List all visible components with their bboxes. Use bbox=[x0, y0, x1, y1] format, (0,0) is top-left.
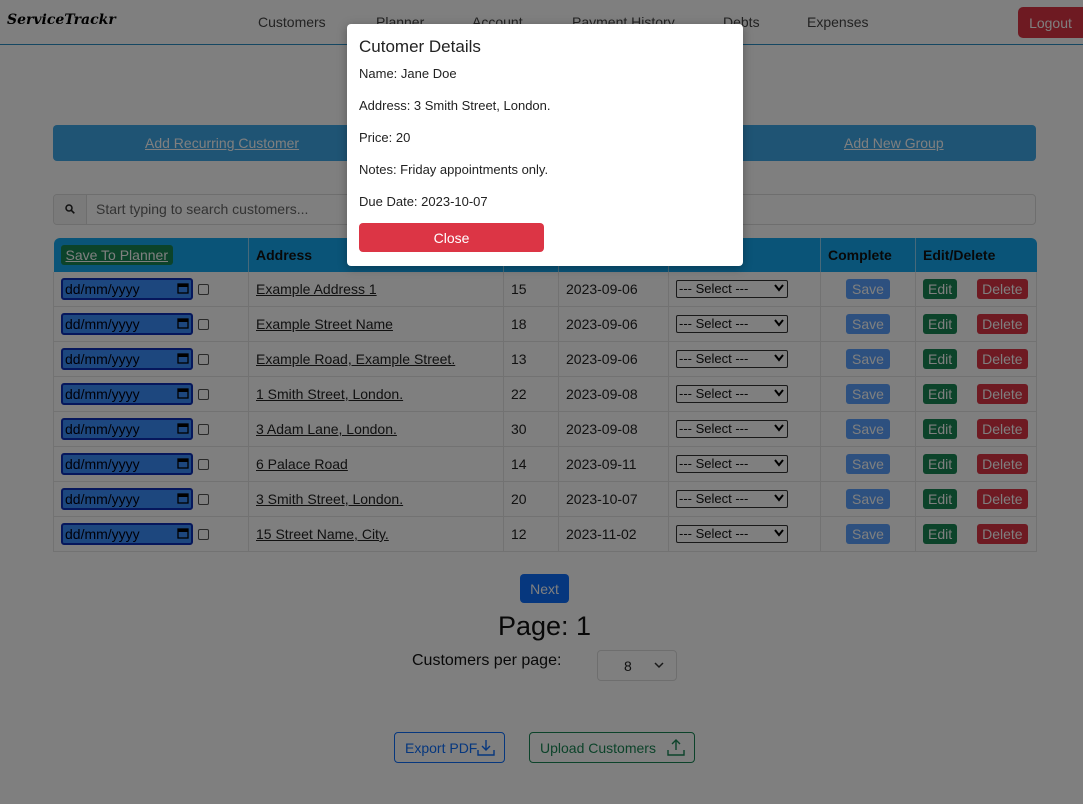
modal-due-date: Due Date: 2023-10-07 bbox=[359, 194, 488, 209]
modal-notes: Notes: Friday appointments only. bbox=[359, 162, 549, 177]
customer-details-modal: Cutomer Details Name: Jane Doe Address: … bbox=[347, 24, 743, 266]
modal-title: Cutomer Details bbox=[359, 37, 481, 56]
modal-price: Price: 20 bbox=[359, 130, 411, 145]
modal-name: Name: Jane Doe bbox=[359, 66, 457, 81]
modal-address: Address: 3 Smith Street, London. bbox=[359, 98, 551, 113]
close-button[interactable]: Close bbox=[359, 223, 544, 252]
